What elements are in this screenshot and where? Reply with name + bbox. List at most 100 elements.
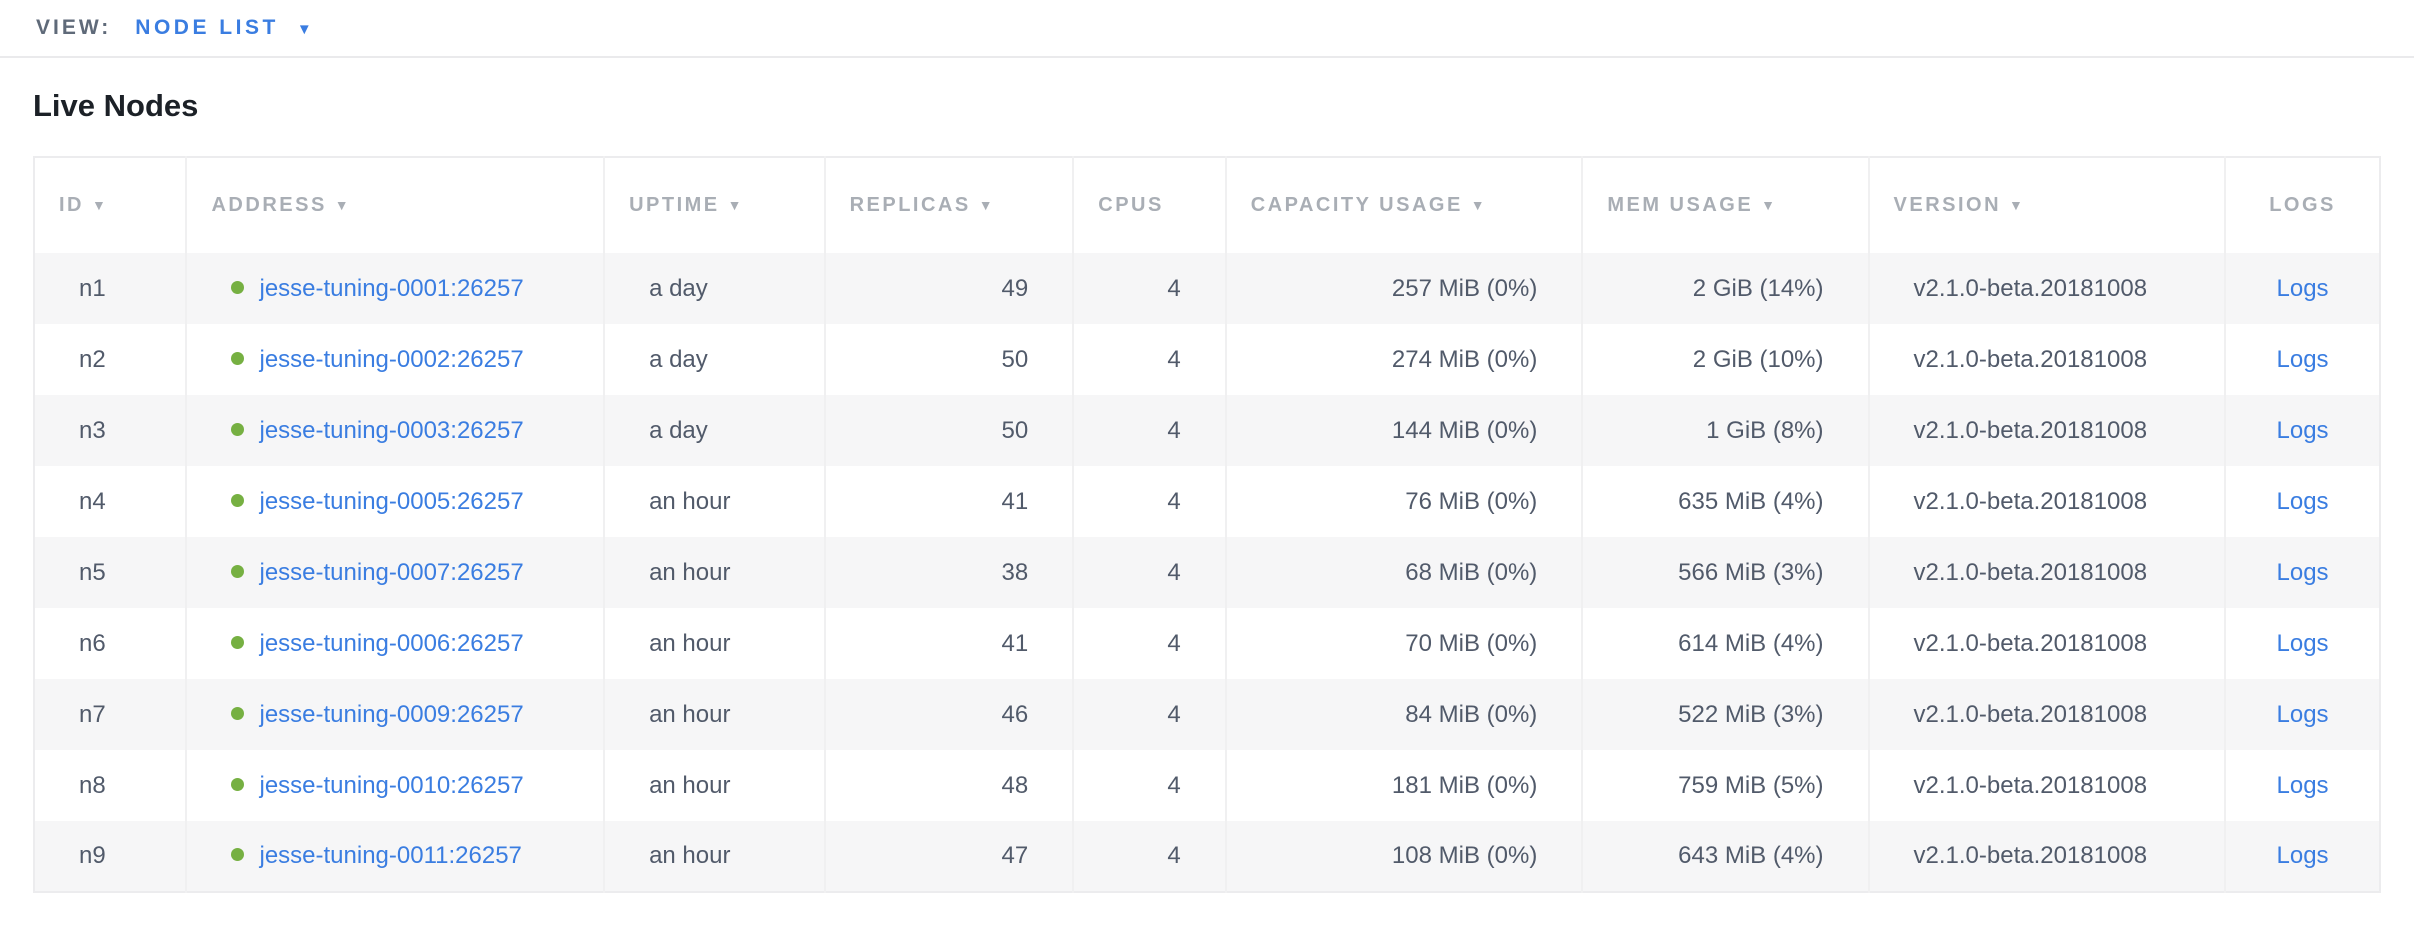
table-row: n3jesse-tuning-0003:26257a day504144 MiB… (34, 395, 2380, 466)
cell-address: jesse-tuning-0007:26257 (186, 537, 604, 608)
cell-logs: Logs (2225, 253, 2380, 324)
table-row: n7jesse-tuning-0009:26257an hour46484 Mi… (34, 679, 2380, 750)
node-logs-link[interactable]: Logs (2277, 630, 2329, 657)
cell-capacity: 84 MiB (0%) (1226, 679, 1583, 750)
cell-logs: Logs (2225, 608, 2380, 679)
cell-id: n5 (34, 537, 186, 608)
node-logs-link[interactable]: Logs (2277, 842, 2329, 869)
cell-uptime: an hour (604, 537, 825, 608)
view-bar: VIEW: NODE LIST ▼ (0, 0, 2414, 58)
cell-replicas: 49 (825, 253, 1074, 324)
node-logs-link[interactable]: Logs (2277, 488, 2329, 515)
cell-id: n7 (34, 679, 186, 750)
sort-caret-icon: ▼ (2009, 197, 2025, 213)
node-logs-link[interactable]: Logs (2277, 417, 2329, 444)
cell-uptime: a day (604, 324, 825, 395)
sort-caret-icon: ▼ (728, 197, 744, 213)
column-header-capacity[interactable]: CAPACITY USAGE ▼ (1226, 157, 1583, 253)
cell-version: v2.1.0-beta.20181008 (1869, 679, 2226, 750)
table-row: n2jesse-tuning-0002:26257a day504274 MiB… (34, 324, 2380, 395)
main-content: Live Nodes ID▼ADDRESS▼UPTIME▼REPLICAS▼CP… (0, 88, 2414, 893)
cell-version: v2.1.0-beta.20181008 (1869, 324, 2226, 395)
cell-logs: Logs (2225, 821, 2380, 892)
cell-address: jesse-tuning-0006:26257 (186, 608, 604, 679)
node-address-link[interactable]: jesse-tuning-0005:26257 (259, 488, 523, 515)
view-selector-dropdown[interactable]: NODE LIST ▼ (135, 16, 315, 40)
node-logs-link[interactable]: Logs (2277, 772, 2329, 799)
cell-capacity: 108 MiB (0%) (1226, 821, 1583, 892)
node-address-link[interactable]: jesse-tuning-0006:26257 (259, 630, 523, 657)
cell-mem: 2 GiB (10%) (1582, 324, 1868, 395)
node-address-link[interactable]: jesse-tuning-0010:26257 (259, 772, 523, 799)
node-live-status-icon (231, 352, 244, 365)
node-address-link[interactable]: jesse-tuning-0007:26257 (259, 559, 523, 586)
sort-caret-icon: ▼ (1471, 197, 1487, 213)
table-row: n5jesse-tuning-0007:26257an hour38468 Mi… (34, 537, 2380, 608)
cell-uptime: an hour (604, 821, 825, 892)
node-live-status-icon (231, 423, 244, 436)
cell-version: v2.1.0-beta.20181008 (1869, 537, 2226, 608)
node-address-link[interactable]: jesse-tuning-0009:26257 (259, 701, 523, 728)
cell-address: jesse-tuning-0002:26257 (186, 324, 604, 395)
node-address-link[interactable]: jesse-tuning-0011:26257 (259, 842, 521, 869)
node-logs-link[interactable]: Logs (2277, 559, 2329, 586)
cell-cpus: 4 (1073, 679, 1225, 750)
cell-version: v2.1.0-beta.20181008 (1869, 395, 2226, 466)
column-header-mem[interactable]: MEM USAGE▼ (1582, 157, 1868, 253)
cell-address: jesse-tuning-0009:26257 (186, 679, 604, 750)
cell-address: jesse-tuning-0001:26257 (186, 253, 604, 324)
cell-id: n6 (34, 608, 186, 679)
cell-replicas: 46 (825, 679, 1074, 750)
node-address-link[interactable]: jesse-tuning-0002:26257 (259, 346, 523, 373)
column-header-label: VERSION (1894, 194, 2002, 216)
node-logs-link[interactable]: Logs (2277, 701, 2329, 728)
cell-mem: 522 MiB (3%) (1582, 679, 1868, 750)
node-logs-link[interactable]: Logs (2277, 346, 2329, 373)
cell-replicas: 41 (825, 608, 1074, 679)
column-header-label: ADDRESS (211, 194, 326, 216)
cell-capacity: 144 MiB (0%) (1226, 395, 1583, 466)
column-header-logs: LOGS (2225, 157, 2380, 253)
cell-mem: 759 MiB (5%) (1582, 750, 1868, 821)
cell-mem: 614 MiB (4%) (1582, 608, 1868, 679)
column-header-label: CAPACITY USAGE (1251, 194, 1463, 216)
column-header-label: ID (59, 194, 84, 216)
column-header-id[interactable]: ID ▼ (34, 157, 186, 253)
table-row: n4jesse-tuning-0005:26257an hour41476 Mi… (34, 466, 2380, 537)
cell-replicas: 47 (825, 821, 1074, 892)
cell-mem: 2 GiB (14%) (1582, 253, 1868, 324)
sort-caret-icon: ▼ (335, 197, 351, 213)
node-logs-link[interactable]: Logs (2277, 275, 2329, 302)
cell-uptime: a day (604, 253, 825, 324)
view-selected-value: NODE LIST (135, 16, 279, 40)
cell-replicas: 50 (825, 395, 1074, 466)
node-live-status-icon (231, 778, 244, 791)
cell-replicas: 41 (825, 466, 1074, 537)
cell-cpus: 4 (1073, 608, 1225, 679)
cell-address: jesse-tuning-0005:26257 (186, 466, 604, 537)
cell-uptime: an hour (604, 750, 825, 821)
column-header-uptime[interactable]: UPTIME ▼ (604, 157, 825, 253)
column-header-label: REPLICAS (850, 194, 971, 216)
cell-cpus: 4 (1073, 395, 1225, 466)
node-live-status-icon (231, 848, 244, 861)
cell-id: n1 (34, 253, 186, 324)
cell-replicas: 50 (825, 324, 1074, 395)
node-address-link[interactable]: jesse-tuning-0003:26257 (259, 417, 523, 444)
live-nodes-table: ID▼ADDRESS▼UPTIME▼REPLICAS▼CPUSCAPACITY … (33, 156, 2381, 893)
cell-uptime: an hour (604, 466, 825, 537)
node-address-link[interactable]: jesse-tuning-0001:26257 (259, 275, 523, 302)
column-header-cpus: CPUS (1073, 157, 1225, 253)
cell-version: v2.1.0-beta.20181008 (1869, 821, 2226, 892)
cell-logs: Logs (2225, 750, 2380, 821)
column-header-replicas[interactable]: REPLICAS▼ (825, 157, 1074, 253)
node-live-status-icon (231, 494, 244, 507)
cell-capacity: 274 MiB (0%) (1226, 324, 1583, 395)
column-header-address[interactable]: ADDRESS ▼ (186, 157, 604, 253)
cell-mem: 566 MiB (3%) (1582, 537, 1868, 608)
table-header-row: ID▼ADDRESS▼UPTIME▼REPLICAS▼CPUSCAPACITY … (34, 157, 2380, 253)
column-header-label: UPTIME (629, 194, 720, 216)
column-header-version[interactable]: VERSION ▼ (1869, 157, 2226, 253)
sort-caret-icon: ▼ (92, 197, 108, 213)
cell-logs: Logs (2225, 466, 2380, 537)
